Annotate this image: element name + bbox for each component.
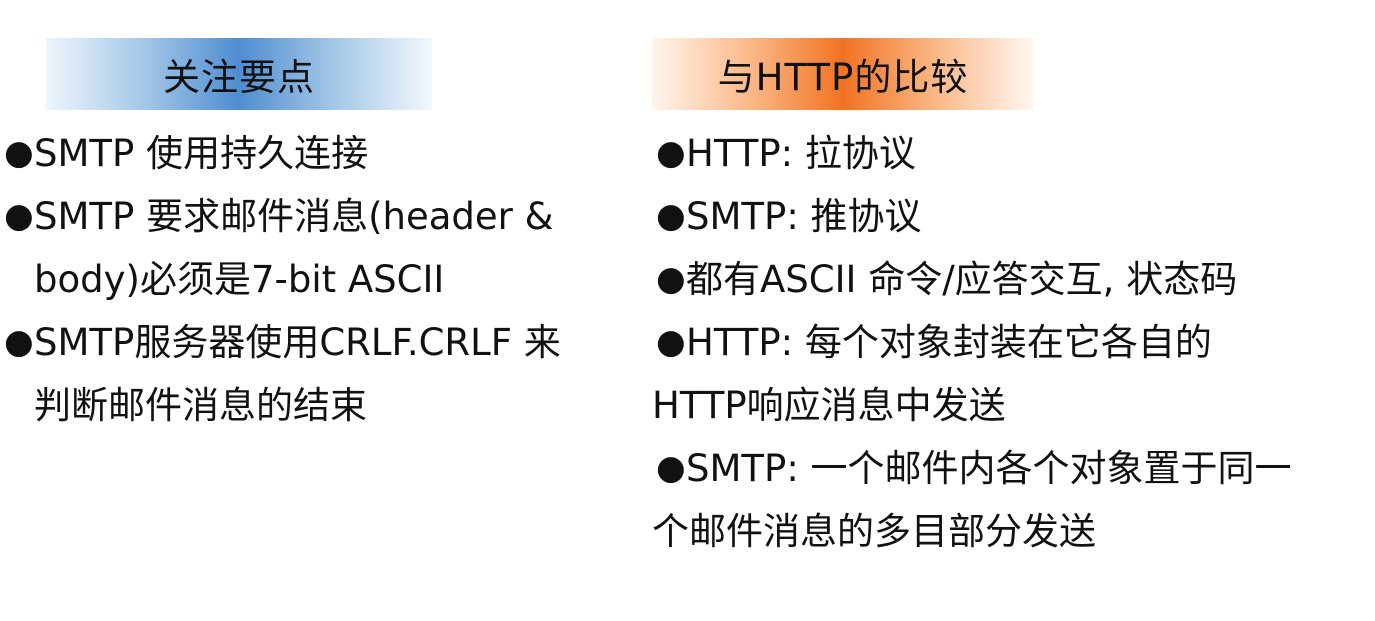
item-line-1: SMTP: 一个邮件内各个对象置于同一 [686, 447, 1292, 490]
item-line-2: 判断邮件消息的结束 [34, 384, 367, 427]
item-line-1: SMTP 要求邮件消息(header & [34, 195, 554, 238]
item-line-1: SMTP 使用持久连接 [34, 132, 369, 175]
item-text: SMTP: 推协议 [686, 185, 1356, 248]
bullet-icon: ● [4, 133, 34, 173]
bullet-icon: ● [656, 259, 686, 299]
item-text: SMTP 要求邮件消息(header & body)必须是7-bit ASCII [34, 185, 624, 311]
item-line-1: 都有ASCII 命令/应答交互, 状态码 [686, 258, 1238, 301]
item-line-1: HTTP: 每个对象封装在它各自的 [686, 321, 1212, 364]
key-points-header: 关注要点 [46, 38, 432, 110]
item-text: HTTP: 拉协议 [686, 122, 1356, 185]
item-line-2: body)必须是7-bit ASCII [34, 258, 445, 301]
item-text: SMTP: 一个邮件内各个对象置于同一 个邮件消息的多目部分发送 [652, 437, 1356, 563]
item-text: 都有ASCII 命令/应答交互, 状态码 [686, 248, 1356, 311]
list-item: ● SMTP 要求邮件消息(header & body)必须是7-bit ASC… [0, 185, 630, 311]
http-comparison-header: 与HTTP的比较 [652, 38, 1034, 110]
key-points-header-text: 关注要点 [163, 56, 315, 99]
bullet-icon: ● [656, 133, 686, 173]
bullet-icon: ● [4, 322, 34, 362]
item-line-1: HTTP: 拉协议 [686, 132, 916, 175]
item-line-1: SMTP服务器使用CRLF.CRLF 来 [34, 321, 561, 364]
list-item: ● SMTP 使用持久连接 [0, 122, 630, 185]
item-line-1: SMTP: 推协议 [686, 195, 922, 238]
item-line-2: 个邮件消息的多目部分发送 [652, 510, 1096, 553]
key-points-list: ● SMTP 使用持久连接 ● SMTP 要求邮件消息(header & bod… [0, 122, 630, 437]
bullet-icon: ● [656, 448, 686, 488]
http-comparison-list: ● HTTP: 拉协议 ● SMTP: 推协议 ● 都有ASCII 命令/应答交… [652, 122, 1367, 563]
list-item: ● 都有ASCII 命令/应答交互, 状态码 [652, 248, 1367, 311]
bullet-icon: ● [656, 322, 686, 362]
bullet-icon: ● [4, 196, 34, 236]
list-item: ● HTTP: 每个对象封装在它各自的 HTTP响应消息中发送 [652, 311, 1367, 437]
http-comparison-column: 与HTTP的比较 ● HTTP: 拉协议 ● SMTP: 推协议 ● 都有ASC… [652, 38, 1367, 563]
http-comparison-header-text: 与HTTP的比较 [717, 56, 969, 99]
bullet-icon: ● [656, 196, 686, 236]
list-item: ● HTTP: 拉协议 [652, 122, 1367, 185]
item-line-2: HTTP响应消息中发送 [652, 384, 1006, 427]
item-text: SMTP 使用持久连接 [34, 122, 624, 185]
key-points-column: 关注要点 ● SMTP 使用持久连接 ● SMTP 要求邮件消息(header … [0, 38, 630, 437]
list-item: ● SMTP服务器使用CRLF.CRLF 来 判断邮件消息的结束 [0, 311, 630, 437]
list-item: ● SMTP: 推协议 [652, 185, 1367, 248]
list-item: ● SMTP: 一个邮件内各个对象置于同一 个邮件消息的多目部分发送 [652, 437, 1367, 563]
item-text: HTTP: 每个对象封装在它各自的 HTTP响应消息中发送 [652, 311, 1356, 437]
item-text: SMTP服务器使用CRLF.CRLF 来 判断邮件消息的结束 [34, 311, 624, 437]
